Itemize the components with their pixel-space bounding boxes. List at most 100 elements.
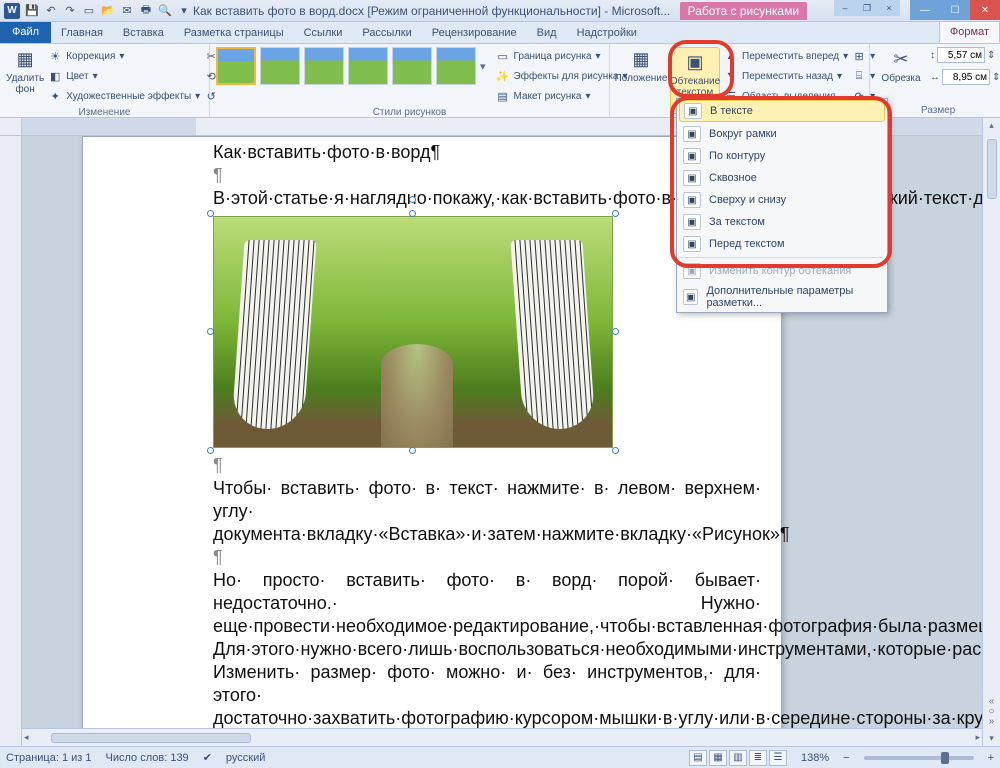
style-thumb[interactable] — [436, 47, 476, 85]
spinner-icon[interactable]: ⇕ — [987, 50, 995, 61]
picture-effects-button[interactable]: ✨Эффекты для рисунка ▾ — [496, 67, 628, 85]
mdi-minimize-button[interactable]: – — [834, 0, 856, 16]
zoom-level[interactable]: 138% — [801, 752, 829, 764]
artistic-effects-button[interactable]: ✦Художественные эффекты ▾ — [48, 87, 200, 105]
crop-button[interactable]: ✂ Обрезка — [876, 47, 926, 84]
tab-addins[interactable]: Надстройки — [567, 23, 647, 43]
spellcheck-icon[interactable]: ✔ — [203, 751, 212, 764]
wrap-text-menu: ▣В тексте▣Вокруг рамки▣По контуру▣Сквозн… — [676, 98, 888, 313]
undo-icon[interactable]: ↶ — [43, 3, 59, 19]
wrap-option-icon: ▣ — [683, 236, 701, 252]
style-thumb[interactable] — [392, 47, 432, 85]
qat-more-icon[interactable]: ▾ — [176, 3, 192, 19]
tab-references[interactable]: Ссылки — [294, 23, 353, 43]
zoom-slider[interactable] — [864, 756, 974, 760]
spinner-icon[interactable]: ⇕ — [992, 72, 1000, 83]
picture-styles-gallery[interactable]: ▾ — [216, 47, 486, 85]
tab-review[interactable]: Рецензирование — [422, 23, 527, 43]
wrap-menu-item[interactable]: ▣Сквозное — [677, 167, 887, 189]
view-web-icon[interactable]: ▥ — [729, 750, 747, 766]
ruler-corner — [0, 118, 22, 136]
status-word-count[interactable]: Число слов: 139 — [106, 752, 189, 764]
remove-bg-icon: ▦ — [13, 47, 37, 71]
wrap-menu-item[interactable]: ▣По контуру — [677, 145, 887, 167]
vertical-ruler[interactable] — [0, 136, 22, 746]
wrap-option-label: Перед текстом — [709, 238, 785, 250]
bring-forward-button[interactable]: ▲Переместить вперед ▾ — [724, 47, 848, 65]
contextual-tab-title: Работа с рисунками — [680, 2, 807, 20]
hscroll-thumb[interactable] — [51, 733, 251, 743]
corrections-button[interactable]: ☀Коррекция ▾ — [48, 47, 200, 65]
view-print-layout-icon[interactable]: ▤ — [689, 750, 707, 766]
word-app-icon: W — [4, 3, 20, 19]
vertical-scrollbar[interactable]: ▴ « ○ » ▾ — [982, 118, 1000, 746]
wrap-menu-item[interactable]: ▣ Перед текстом — [677, 233, 887, 255]
style-thumb[interactable] — [348, 47, 388, 85]
height-input[interactable] — [937, 47, 985, 63]
view-outline-icon[interactable]: ≣ — [749, 750, 767, 766]
remove-background-button[interactable]: ▦ Удалить фон — [6, 47, 44, 95]
qat-print-icon[interactable]: 🖶 — [138, 3, 154, 19]
width-field[interactable]: ↔⇕ — [930, 69, 1000, 85]
layout-label: Макет рисунка — [514, 91, 582, 102]
close-button[interactable]: ✕ — [970, 0, 1000, 20]
minimize-button[interactable]: — — [910, 0, 940, 20]
window-title: Как вставить фото в ворд.docx [Режим огр… — [193, 4, 807, 18]
qat-new-icon[interactable]: ▭ — [81, 3, 97, 19]
position-label: Положение — [615, 73, 668, 84]
wrap-menu-item[interactable]: ▣Вокруг рамки — [677, 123, 887, 145]
scroll-right-icon[interactable]: ▸ — [973, 730, 982, 745]
mdi-close-button[interactable]: × — [878, 0, 900, 16]
next-page-icon[interactable]: » — [989, 717, 995, 727]
save-icon[interactable]: 💾 — [24, 3, 40, 19]
tab-insert[interactable]: Вставка — [113, 23, 174, 43]
tab-mailings[interactable]: Рассылки — [352, 23, 421, 43]
wrap-text-icon: ▣ — [683, 50, 707, 74]
horizontal-scrollbar[interactable]: ◂ ▸ — [22, 728, 982, 746]
qat-preview-icon[interactable]: 🔍 — [157, 3, 173, 19]
scroll-left-icon[interactable]: ◂ — [22, 730, 31, 745]
scroll-up-icon[interactable]: ▴ — [987, 118, 996, 133]
maximize-button[interactable]: ☐ — [940, 0, 970, 20]
tab-page-layout[interactable]: Разметка страницы — [174, 23, 294, 43]
effects-icon: ✨ — [496, 69, 510, 83]
mdi-restore-button[interactable]: ❐ — [856, 0, 878, 16]
height-field[interactable]: ↕⇕ — [930, 47, 1000, 63]
gallery-more-icon[interactable]: ▾ — [480, 60, 486, 73]
status-page[interactable]: Страница: 1 из 1 — [6, 752, 92, 764]
scroll-down-icon[interactable]: ▾ — [987, 731, 996, 746]
color-button[interactable]: ◧Цвет ▾ — [48, 67, 200, 85]
tab-view[interactable]: Вид — [527, 23, 567, 43]
tab-format[interactable]: Формат — [939, 21, 1000, 43]
wrap-option-label: По контуру — [709, 150, 765, 162]
tab-home[interactable]: Главная — [51, 23, 113, 43]
zoom-knob[interactable] — [941, 752, 949, 764]
picture-layout-button[interactable]: ▤Макет рисунка ▾ — [496, 87, 628, 105]
redo-icon[interactable]: ↷ — [62, 3, 78, 19]
send-backward-button[interactable]: ▼Переместить назад ▾ — [724, 67, 848, 85]
file-tab[interactable]: Файл — [0, 21, 51, 43]
inserted-picture[interactable] — [213, 216, 613, 448]
position-button[interactable]: ▦ Положение — [616, 47, 666, 84]
qat-open-icon[interactable]: 📂 — [100, 3, 116, 19]
style-thumb[interactable] — [260, 47, 300, 85]
status-language[interactable]: русский — [226, 752, 265, 764]
style-thumb[interactable] — [304, 47, 344, 85]
vscroll-thumb[interactable] — [987, 139, 997, 199]
picture-border-button[interactable]: ▭Граница рисунка ▾ — [496, 47, 628, 65]
wrap-menu-item[interactable]: ▣В тексте — [679, 100, 885, 122]
view-fullscreen-icon[interactable]: ▦ — [709, 750, 727, 766]
width-input[interactable] — [942, 69, 990, 85]
view-draft-icon[interactable]: ☰ — [769, 750, 787, 766]
zoom-in-icon[interactable]: + — [988, 752, 994, 764]
effects-label: Эффекты для рисунка — [514, 71, 619, 82]
wrap-menu-item[interactable]: ▣Сверху и снизу — [677, 189, 887, 211]
qat-mail-icon[interactable]: ✉ — [119, 3, 135, 19]
remove-bg-label: Удалить фон — [6, 73, 44, 95]
style-thumb[interactable] — [216, 47, 256, 85]
group-adjust: ▦ Удалить фон ☀Коррекция ▾ ◧Цвет ▾ ✦Худо… — [0, 44, 210, 117]
wrap-menu-item[interactable]: ▣Дополнительные параметры разметки... — [677, 282, 887, 312]
position-icon: ▦ — [629, 47, 653, 71]
zoom-out-icon[interactable]: − — [843, 752, 849, 764]
wrap-menu-item[interactable]: ▣За текстом — [677, 211, 887, 233]
